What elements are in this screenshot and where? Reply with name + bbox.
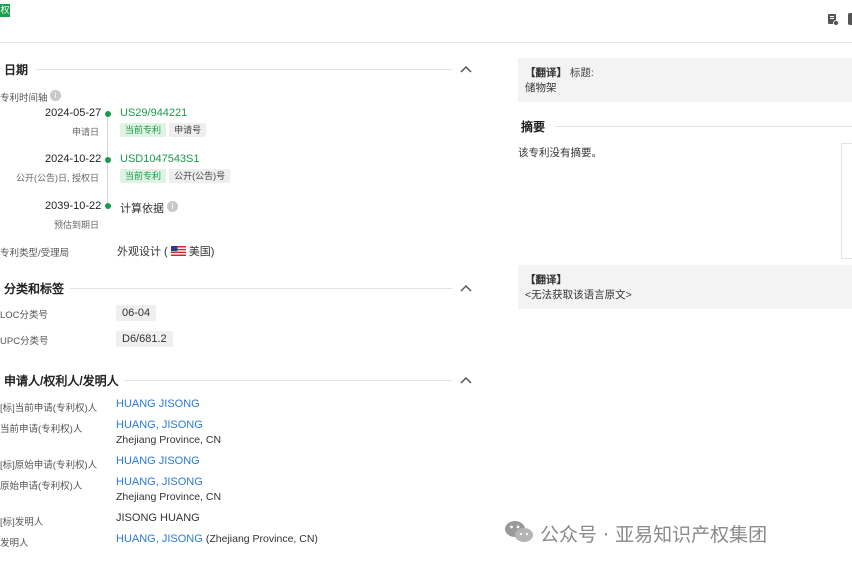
timeline-dot: [105, 111, 111, 117]
party-name: JISONG HUANG: [116, 512, 200, 524]
loc-value: 06-04: [116, 305, 157, 321]
abstract-title: 摘要: [521, 120, 546, 134]
section-divider: [70, 288, 452, 289]
party-address: Zhejiang Province, CN: [116, 434, 222, 446]
watermark-text: 公众号 · 亚易知识产权集团: [540, 524, 768, 546]
patent-type-value: 外观设计 ( 美国): [117, 243, 214, 259]
chevron-up-icon[interactable]: [459, 64, 473, 74]
title-value: 储物架: [525, 82, 557, 94]
section-title-classification: 分类和标签: [4, 282, 65, 296]
section-divider: [124, 380, 452, 381]
event-sub-label: 预估到期日: [54, 220, 100, 230]
event-date: 2024-10-22: [45, 153, 102, 165]
party-name-link[interactable]: HUANG, JISONG: [116, 419, 203, 431]
more-icon[interactable]: [848, 13, 852, 25]
timeline-dot: [105, 157, 111, 163]
event-sub-label: 公开(公告)日, 授权日: [16, 173, 99, 183]
abstract-text: 该专利没有摘要。: [518, 147, 602, 159]
tag-application-no: 申请号: [169, 123, 207, 137]
info-icon[interactable]: i: [50, 90, 61, 101]
tag-current-patent: 当前专利: [120, 169, 167, 183]
document-export-icon[interactable]: [827, 13, 839, 26]
title-line: 【翻译】 标题:: [525, 65, 594, 80]
us-flag-icon: [170, 246, 186, 256]
loc-label: LOC分类号: [0, 310, 49, 321]
section-divider: [36, 69, 452, 70]
party-label: [标]当前申请(专利权)人: [0, 403, 98, 414]
calculation-basis: 计算依据: [120, 203, 164, 215]
section-title-parties: 申请人/权利人/发明人: [4, 374, 119, 388]
patent-type-text: 外观设计 (: [117, 246, 168, 258]
chevron-up-icon[interactable]: [459, 283, 473, 293]
upc-label: UPC分类号: [0, 336, 49, 347]
inventor-value: HUANG, JISONG (Zhejiang Province, CN): [116, 533, 318, 545]
image-preview-box[interactable]: [841, 143, 852, 259]
upc-value: D6/681.2: [116, 331, 173, 347]
event-tags: 当前专利 公开(公告)号: [120, 169, 231, 183]
no-original-text: <无法获取该语言原文>: [525, 289, 632, 301]
info-icon[interactable]: i: [167, 201, 178, 212]
tag-publication-no: 公开(公告)号: [169, 169, 231, 183]
publication-number-link[interactable]: USD1047543S1: [120, 153, 200, 165]
section-divider: [555, 126, 852, 127]
timeline-dot: [105, 203, 111, 209]
party-label: 发明人: [0, 538, 29, 549]
party-address: Zhejiang Province, CN: [116, 491, 222, 503]
event-sub-label: 申请日: [72, 127, 100, 137]
wechat-icon: [504, 519, 534, 545]
patent-type-label: 专利类型/受理局: [0, 248, 70, 259]
party-name-link[interactable]: HUANG, JISONG: [116, 533, 203, 545]
translate-tag[interactable]: 【翻译】: [525, 67, 567, 79]
party-label: 当前申请(专利权)人: [0, 424, 83, 435]
application-number-link[interactable]: US29/944221: [120, 107, 187, 119]
party-address: (Zhejiang Province, CN): [205, 533, 318, 545]
status-badge: 权: [0, 4, 10, 17]
timeline-label: 专利时间轴: [0, 93, 48, 104]
party-name-link[interactable]: HUANG JISONG: [116, 398, 200, 410]
chevron-up-icon[interactable]: [459, 375, 473, 385]
header-divider: [0, 42, 852, 43]
event-date: 2039-10-22: [45, 200, 102, 212]
country-text: 美国): [188, 246, 215, 258]
party-name-link[interactable]: HUANG, JISONG: [116, 476, 203, 488]
party-label: 原始申请(专利权)人: [0, 481, 83, 492]
title-label: 标题:: [569, 67, 594, 79]
tag-current-patent: 当前专利: [120, 123, 167, 137]
translate-tag[interactable]: 【翻译】: [525, 272, 567, 287]
party-name-link[interactable]: HUANG JISONG: [116, 455, 200, 467]
event-date: 2024-05-27: [45, 107, 102, 119]
party-label: [标]发明人: [0, 517, 44, 528]
party-label: [标]原始申请(专利权)人: [0, 460, 98, 471]
section-title-dates: 日期: [4, 63, 29, 77]
event-tags: 当前专利 申请号: [120, 123, 207, 137]
